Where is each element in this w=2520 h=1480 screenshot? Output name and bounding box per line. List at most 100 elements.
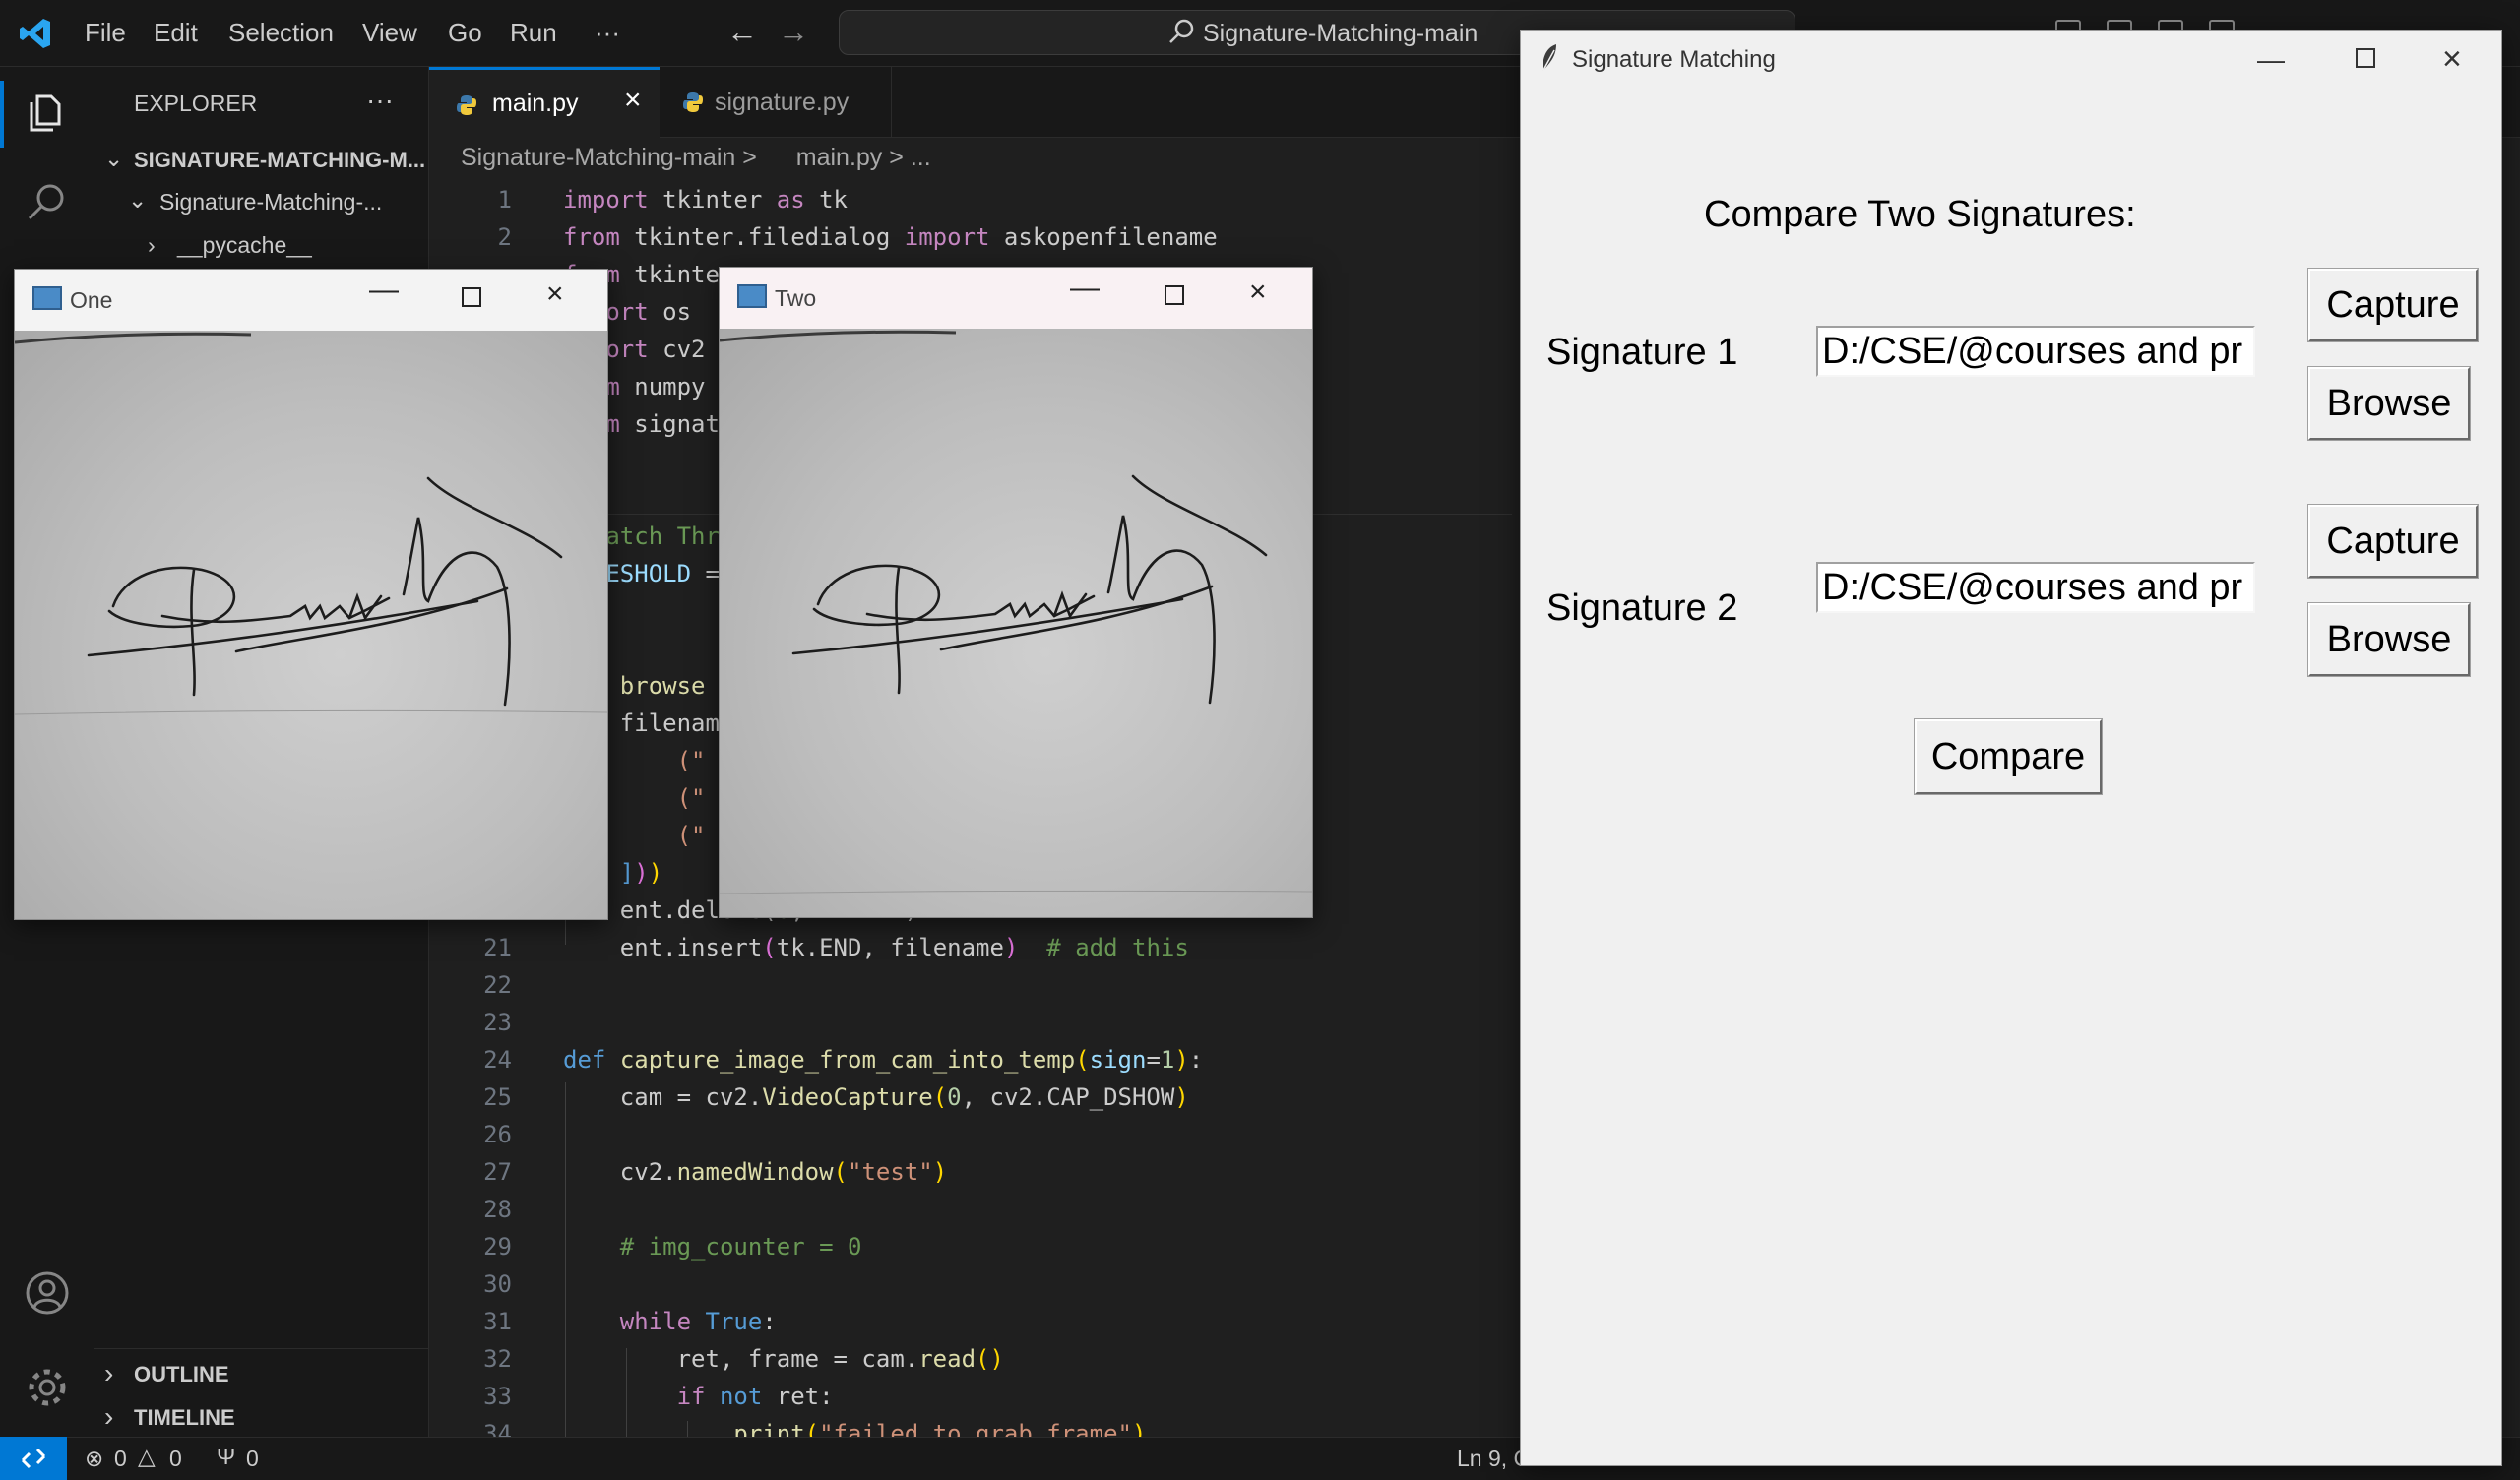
opencv-app-icon xyxy=(32,286,62,310)
python-file-icon xyxy=(683,92,703,112)
breadcrumb-file[interactable]: main.py xyxy=(796,144,883,171)
code-line: # img_counter = 0 xyxy=(619,1233,862,1261)
explorer-icon[interactable] xyxy=(24,89,71,136)
window-titlebar[interactable]: One — × xyxy=(15,270,607,331)
menu-edit[interactable]: Edit xyxy=(154,18,198,48)
line-number: 25 xyxy=(483,1083,512,1111)
search-icon[interactable] xyxy=(24,179,71,226)
window-titlebar[interactable]: Two — × xyxy=(720,268,1312,329)
tab-label: main.py xyxy=(492,90,579,117)
window-titlebar[interactable]: Signature Matching — × xyxy=(1521,31,2501,88)
active-indicator xyxy=(0,81,4,148)
code-line: if not ret: xyxy=(676,1383,834,1410)
gear-icon[interactable] xyxy=(24,1364,71,1411)
folder-pycache[interactable]: __pycache__ xyxy=(177,232,312,259)
breadcrumb: Signature-Matching-main > main.py > ... xyxy=(461,144,931,172)
code-line: ent.insert(tk.END, filename) # add this xyxy=(563,934,1189,961)
account-icon[interactable] xyxy=(24,1269,71,1317)
line-number: 21 xyxy=(483,934,512,961)
signature-image-two xyxy=(719,329,1313,917)
code-line: cam = cv2.VideoCapture(0, cv2.CAP_DSHOW) xyxy=(563,1083,1189,1111)
maximize-icon[interactable] xyxy=(1165,285,1184,305)
code-line: while True: xyxy=(619,1308,777,1335)
outline-section[interactable]: OUTLINE xyxy=(134,1362,229,1388)
menu-run[interactable]: Run xyxy=(510,18,557,48)
signature-drawing xyxy=(14,332,608,715)
close-icon[interactable]: × xyxy=(624,84,642,117)
signature-matching-window[interactable]: Signature Matching — × Compare Two Signa… xyxy=(1520,30,2502,1466)
error-count: 0 xyxy=(114,1446,127,1471)
window-title: Signature Matching xyxy=(1572,46,1776,73)
feather-icon xyxy=(1542,44,1556,73)
chevron-right-icon: › xyxy=(104,1401,114,1432)
menu-more[interactable]: ··· xyxy=(595,18,620,48)
chevron-right-icon: › xyxy=(148,232,156,258)
minimize-icon[interactable]: — xyxy=(1070,272,1100,305)
line-number: 33 xyxy=(483,1383,512,1410)
signature-2-path-input[interactable]: D:/CSE/@courses and pr xyxy=(1816,562,2255,613)
code-line: def capture_image_from_cam_into_temp(sig… xyxy=(563,1046,1204,1074)
code-line: cv2.namedWindow("test") xyxy=(563,1158,948,1186)
image-window-two[interactable]: Two — × xyxy=(719,267,1313,918)
line-number: 32 xyxy=(483,1345,512,1373)
code-line: import tkinter as tk xyxy=(563,186,849,214)
line-number: 31 xyxy=(483,1308,512,1335)
close-icon[interactable]: × xyxy=(2442,40,2462,79)
warning-icon[interactable]: △ xyxy=(138,1444,156,1470)
ports-icon[interactable]: Ψ xyxy=(217,1444,235,1470)
signature-image-one xyxy=(14,331,608,919)
search-icon xyxy=(1169,19,1194,43)
line-number: 30 xyxy=(483,1270,512,1298)
folder-signature-matching[interactable]: Signature-Matching-... xyxy=(159,189,382,216)
warning-count: 0 xyxy=(169,1446,182,1471)
menu-file[interactable]: File xyxy=(85,18,126,48)
menu-selection[interactable]: Selection xyxy=(228,18,334,48)
minimize-icon[interactable]: — xyxy=(2257,44,2285,76)
tab-main-py[interactable]: main.py × xyxy=(429,67,660,138)
minimize-icon[interactable]: — xyxy=(369,274,399,307)
browse-signature-2-button[interactable]: Browse xyxy=(2307,602,2471,677)
line-number: 29 xyxy=(483,1233,512,1261)
browse-signature-1-button[interactable]: Browse xyxy=(2307,366,2471,441)
explorer-title: EXPLORER xyxy=(134,91,258,116)
menu-go[interactable]: Go xyxy=(448,18,482,48)
workspace-root[interactable]: SIGNATURE-MATCHING-M... xyxy=(134,148,425,173)
line-number: 22 xyxy=(483,971,512,999)
menu-view[interactable]: View xyxy=(362,18,417,48)
signature-drawing xyxy=(719,330,1313,894)
tab-label: signature.py xyxy=(715,89,850,116)
remote-icon xyxy=(21,1448,46,1469)
remote-indicator-button[interactable] xyxy=(0,1437,67,1480)
close-icon[interactable]: × xyxy=(1249,276,1267,309)
line-number: 23 xyxy=(483,1009,512,1036)
ports-count: 0 xyxy=(246,1446,259,1471)
timeline-section[interactable]: TIMELINE xyxy=(134,1405,235,1431)
breadcrumb-folder[interactable]: Signature-Matching-main xyxy=(461,144,735,171)
capture-signature-2-button[interactable]: Capture xyxy=(2307,504,2479,579)
compare-button[interactable]: Compare xyxy=(1914,718,2103,795)
signature-1-path-input[interactable]: D:/CSE/@courses and pr xyxy=(1816,326,2255,377)
forward-arrow-icon[interactable]: → xyxy=(778,14,809,50)
error-icon[interactable]: ⊗ xyxy=(85,1446,103,1472)
window-title: One xyxy=(70,287,113,313)
breadcrumb-more[interactable]: ... xyxy=(911,144,931,171)
close-icon[interactable]: × xyxy=(546,278,564,311)
divider xyxy=(94,1348,429,1349)
line-number: 1 xyxy=(497,186,512,214)
python-file-icon xyxy=(457,95,476,115)
explorer-more-button[interactable]: ··· xyxy=(366,85,394,116)
line-number: 2 xyxy=(497,223,512,251)
maximize-icon[interactable] xyxy=(2356,48,2375,68)
breadcrumb-separator: > xyxy=(889,144,904,171)
line-number: 28 xyxy=(483,1196,512,1223)
line-number: 27 xyxy=(483,1158,512,1186)
line-number: 24 xyxy=(483,1046,512,1074)
chevron-down-icon: ⌄ xyxy=(104,146,124,171)
tab-signature-py[interactable]: signature.py xyxy=(660,67,892,138)
image-window-one[interactable]: One — × xyxy=(14,269,608,920)
line-number: 26 xyxy=(483,1121,512,1148)
capture-signature-1-button[interactable]: Capture xyxy=(2307,268,2479,342)
maximize-icon[interactable] xyxy=(462,287,481,307)
code-line: print("failed to grab frame") xyxy=(733,1420,1147,1437)
back-arrow-icon[interactable]: ← xyxy=(726,14,758,50)
